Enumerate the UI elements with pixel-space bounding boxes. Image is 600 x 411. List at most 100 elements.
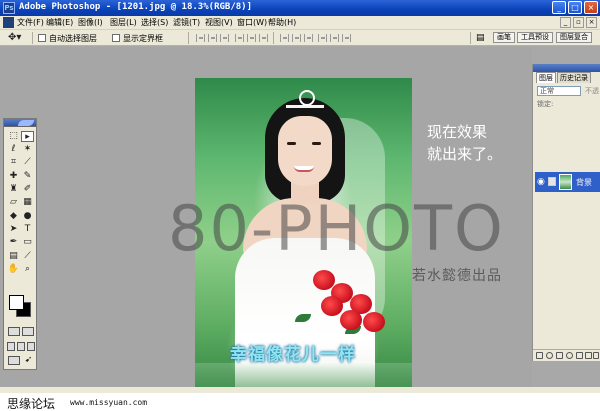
- left-eye: [287, 142, 296, 145]
- close-button[interactable]: ×: [584, 1, 598, 14]
- healing-brush-tool-icon[interactable]: ✚: [7, 171, 20, 182]
- brush-tool-icon[interactable]: ✎: [21, 171, 34, 182]
- hand-tool-icon[interactable]: ✋: [7, 264, 20, 275]
- palette-tab-tool-presets[interactable]: 工具预设: [517, 32, 553, 43]
- doc-close-button[interactable]: ×: [586, 17, 597, 28]
- blend-mode-select[interactable]: 正常: [537, 86, 581, 96]
- feather-icon: [18, 120, 34, 126]
- align-bottom-icon[interactable]: [220, 34, 229, 42]
- menu-window[interactable]: 窗口(W): [237, 17, 267, 28]
- footer: 思缘论坛 www.missyuan.com: [0, 393, 600, 411]
- menu-layer[interactable]: 图层(L): [110, 17, 137, 28]
- gradient-tool-icon[interactable]: ▦: [21, 197, 34, 208]
- layer-row-background[interactable]: ◉ 背景: [535, 172, 600, 192]
- distribute-bottom-icon[interactable]: [304, 34, 313, 42]
- menu-bar: 文件(F) 编辑(E) 图像(I) 图层(L) 选择(S) 滤镜(T) 视图(V…: [0, 16, 600, 30]
- rose: [321, 296, 343, 316]
- distribute-top-icon[interactable]: [280, 34, 289, 42]
- align-right-icon[interactable]: [259, 34, 268, 42]
- eye-icon[interactable]: ◉: [537, 177, 545, 187]
- type-tool-icon[interactable]: T: [21, 224, 34, 235]
- new-group-icon[interactable]: [576, 352, 583, 359]
- window-title: Adobe Photoshop - [1201.jpg @ 18.3%(RGB/…: [19, 2, 252, 12]
- slice-tool-icon[interactable]: ⟋: [21, 157, 34, 168]
- menu-file[interactable]: 文件(F): [17, 17, 44, 28]
- trash-icon[interactable]: [593, 352, 599, 359]
- link-layers-icon[interactable]: [536, 352, 543, 359]
- menu-select[interactable]: 选择(S): [141, 17, 168, 28]
- adjustment-layer-icon[interactable]: [566, 352, 573, 359]
- doc-minimize-button[interactable]: _: [560, 17, 571, 28]
- maximize-button[interactable]: □: [568, 1, 582, 14]
- layer-style-icon[interactable]: [546, 352, 553, 359]
- distribute-vcenter-icon[interactable]: [292, 34, 301, 42]
- dodge-tool-icon[interactable]: ●: [21, 211, 34, 222]
- lasso-tool-icon[interactable]: ℓ: [7, 144, 20, 155]
- foreground-color-swatch[interactable]: [9, 295, 24, 310]
- align-top-icon[interactable]: [196, 34, 205, 42]
- palette-header[interactable]: [533, 64, 600, 72]
- show-bounds-label: 显示定界框: [123, 34, 163, 43]
- forum-name: 思缘论坛: [7, 397, 56, 411]
- menu-view[interactable]: 视图(V): [205, 17, 233, 28]
- shape-tool-icon[interactable]: ▭: [21, 237, 34, 248]
- align-vcenter-icon[interactable]: [208, 34, 217, 42]
- new-layer-icon[interactable]: [585, 352, 592, 359]
- auto-select-checkbox[interactable]: [38, 34, 46, 42]
- jump-to-icon[interactable]: ➹: [22, 355, 35, 366]
- palette-tab-brushes[interactable]: 画笔: [493, 32, 515, 43]
- eraser-tool-icon[interactable]: ▱: [7, 197, 20, 208]
- screen-mode-full-button[interactable]: [27, 342, 35, 351]
- distribute-left-icon[interactable]: [318, 34, 327, 42]
- screen-mode-standard-button[interactable]: [7, 342, 15, 351]
- doc-restore-button[interactable]: ▫: [573, 17, 584, 28]
- opacity-label: 不透: [585, 87, 599, 95]
- magic-wand-tool-icon[interactable]: ✶: [21, 144, 34, 155]
- tiara: [286, 90, 324, 108]
- crop-tool-icon[interactable]: ⌗: [7, 157, 20, 168]
- align-hcenter-icon[interactable]: [247, 34, 256, 42]
- distribute-hcenter-icon[interactable]: [330, 34, 339, 42]
- rose: [363, 312, 385, 332]
- menu-help[interactable]: 帮助(H): [268, 17, 296, 28]
- align-left-icon[interactable]: [235, 34, 244, 42]
- add-mask-icon[interactable]: [556, 352, 563, 359]
- toolbox-header[interactable]: [4, 119, 36, 127]
- layers-palette: 图层 历史记录 正常 不透 锁定: ◉ 背景: [532, 64, 600, 361]
- layer-thumbnail: [559, 174, 572, 190]
- tab-history[interactable]: 历史记录: [557, 72, 591, 83]
- watermark-text: 80-PHOTO: [168, 192, 505, 265]
- smile: [294, 166, 314, 172]
- pen-tool-icon[interactable]: ✒: [7, 237, 20, 248]
- edit-in-imageready-button[interactable]: [8, 356, 20, 365]
- quick-mask-button[interactable]: [22, 327, 34, 336]
- history-brush-tool-icon[interactable]: ✐: [21, 184, 34, 195]
- rose: [340, 310, 362, 330]
- document-icon[interactable]: [3, 17, 14, 28]
- menu-filter[interactable]: 滤镜(T): [173, 17, 200, 28]
- clone-stamp-tool-icon[interactable]: ♜: [7, 184, 20, 195]
- layer-name: 背景: [576, 178, 592, 187]
- palette-tab-layer-comps[interactable]: 图层复合: [556, 32, 592, 43]
- path-selection-tool-icon[interactable]: ➤: [7, 224, 20, 235]
- screen-mode-full-menu-button[interactable]: [17, 342, 25, 351]
- menu-edit[interactable]: 编辑(E): [46, 17, 73, 28]
- credit-text: 若水懿德出品: [412, 268, 502, 284]
- menu-image[interactable]: 图像(I): [78, 17, 103, 28]
- separator: [32, 32, 33, 44]
- move-tool-icon[interactable]: ✥▾: [8, 32, 21, 43]
- minimize-button[interactable]: _: [552, 1, 566, 14]
- distribute-right-icon[interactable]: [342, 34, 351, 42]
- paintbrush-icon: [548, 177, 556, 186]
- notes-tool-icon[interactable]: ▤: [7, 251, 20, 262]
- eyedropper-tool-icon[interactable]: ⟋: [21, 251, 34, 262]
- move-tool-icon[interactable]: ▸: [21, 131, 34, 142]
- zoom-tool-icon[interactable]: ⌕: [21, 264, 34, 275]
- tab-layers[interactable]: 图层: [536, 72, 556, 83]
- standard-mode-button[interactable]: [8, 327, 20, 336]
- file-browser-icon[interactable]: ▤: [476, 33, 485, 43]
- show-bounds-checkbox[interactable]: [112, 34, 120, 42]
- marquee-tool-icon[interactable]: ⬚: [7, 131, 20, 142]
- blur-tool-icon[interactable]: ◆: [7, 211, 20, 222]
- separator: [188, 32, 189, 44]
